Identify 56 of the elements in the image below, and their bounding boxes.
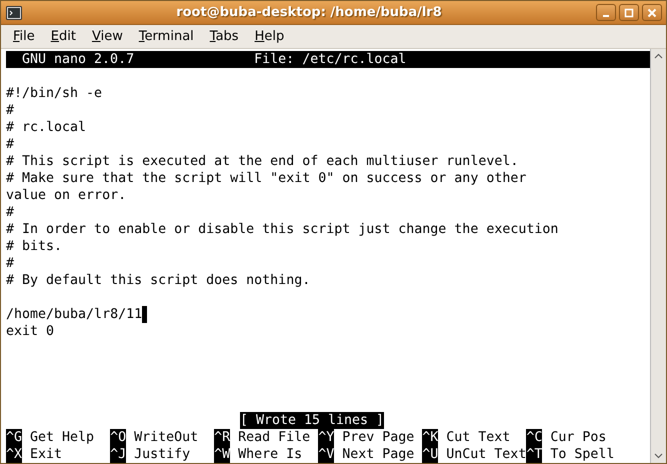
shortcut-label: Next Page (342, 446, 414, 463)
shortcut-label: Justify (134, 446, 190, 463)
program-version: GNU nano 2.0.7 (22, 51, 136, 68)
window-title: root@buba-desktop: /home/buba/lr8 (175, 5, 443, 20)
terminal-icon (6, 6, 22, 20)
scrollbar[interactable] (650, 49, 666, 463)
shortcut-label: To Spell (550, 446, 614, 463)
code-line: # Make sure that the script will "exit 0" on success or any other (6, 170, 526, 187)
code-line: exit 0 (6, 323, 54, 340)
code-line: # (6, 255, 14, 272)
shortcut-key: ^W (214, 446, 230, 463)
shortcut-key: ^V (318, 446, 334, 463)
shortcut-label: WriteOut (134, 429, 198, 446)
code-line: # (6, 102, 14, 119)
shortcut-label: Prev Page (342, 429, 414, 446)
shortcut-label: Where Is (238, 446, 302, 463)
menu-item[interactable]: Help (246, 29, 292, 44)
menu-item[interactable]: Terminal (130, 29, 202, 44)
shortcut-key: ^Y (318, 429, 334, 446)
file-name: File: /etc/rc.local (254, 51, 406, 68)
status-message: [ Wrote 15 lines ] (240, 412, 384, 429)
shortcut-label: Get Help (30, 429, 94, 446)
code-line: # rc.local (6, 119, 86, 136)
code-line: /home/buba/lr8/11 (6, 306, 142, 323)
shortcut-key: ^U (422, 446, 438, 463)
maximize-button[interactable] (619, 4, 639, 21)
shortcut-key: ^T (526, 446, 542, 463)
menu-item[interactable]: View (84, 29, 131, 44)
menu-item[interactable]: File (5, 29, 43, 44)
code-line: # In order to enable or disable this script just change the execution (6, 221, 558, 238)
shortcut-label: UnCut Text (446, 446, 526, 463)
shortcut-key: ^X (6, 446, 22, 463)
menu-item[interactable]: Edit (42, 29, 84, 44)
code-line: # (6, 136, 14, 153)
shortcut-key: ^O (110, 429, 126, 446)
shortcut-key: ^R (214, 429, 230, 446)
menu-item[interactable]: Tabs (202, 29, 247, 44)
shortcut-label: Cut Text (446, 429, 510, 446)
code-line: # By default this script does nothing. (6, 272, 310, 289)
shortcut-key: ^J (110, 446, 126, 463)
shortcut-key: ^C (526, 429, 542, 446)
maximize-icon (624, 8, 634, 18)
code-line: value on error. (6, 187, 126, 204)
minimize-button[interactable] (596, 4, 616, 21)
code-line: #!/bin/sh -e (6, 85, 102, 102)
shortcut-key: ^K (422, 429, 438, 446)
shortcut-label: Exit (30, 446, 62, 463)
minimize-icon (603, 14, 609, 16)
code-line: # This script is executed at the end of each multiuser runlevel. (6, 153, 518, 170)
shortcut-key: ^G (6, 429, 22, 446)
code-line: # (6, 204, 14, 221)
code-line: # bits. (6, 238, 62, 255)
close-icon (647, 8, 657, 18)
shortcut-label: Cur Pos (550, 429, 606, 446)
close-button[interactable] (642, 4, 662, 21)
shortcut-label: Read File (238, 429, 310, 446)
